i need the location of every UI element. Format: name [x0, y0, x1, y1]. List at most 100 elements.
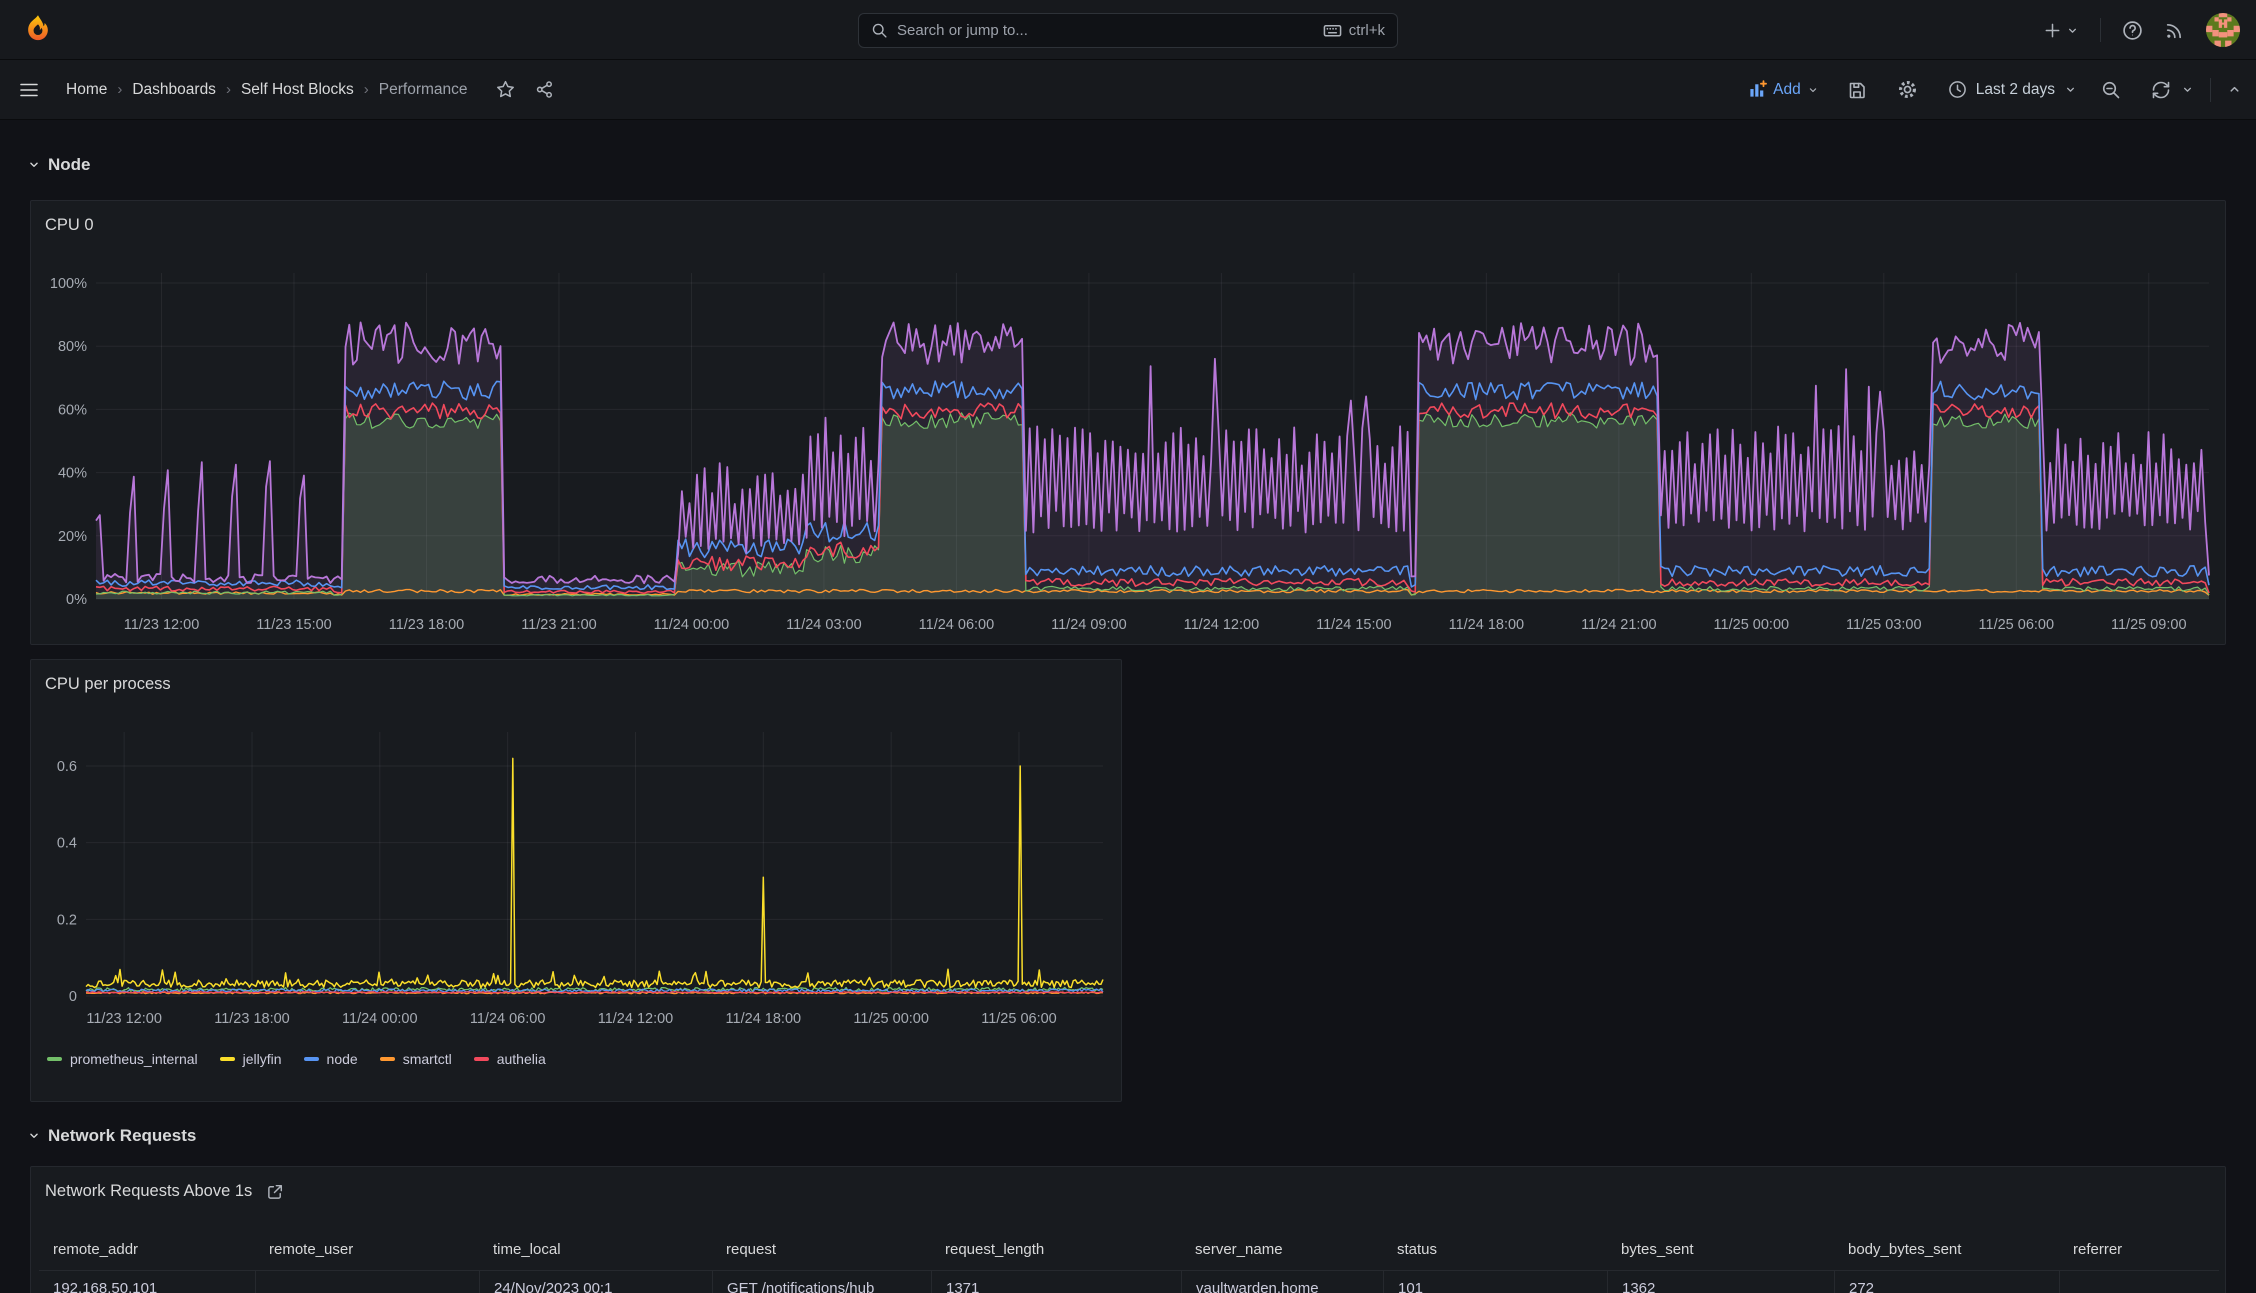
legend-label: jellyfin: [242, 1051, 282, 1067]
row-title-node: Node: [48, 155, 91, 174]
collapse-toolbar-button[interactable]: [2227, 82, 2242, 97]
row-toggle-network-requests[interactable]: Network Requests: [27, 1126, 196, 1146]
table-header-status[interactable]: status: [1383, 1229, 1607, 1270]
table-header-body_bytes_sent[interactable]: body_bytes_sent: [1834, 1229, 2059, 1270]
breadcrumb-separator: ›: [117, 81, 123, 98]
panel-network-requests-title[interactable]: Network Requests Above 1s: [45, 1182, 284, 1201]
new-menu-button[interactable]: [2043, 21, 2079, 40]
cpu-per-process-timeseries-chart[interactable]: 0 0.2 0.4 0.6 11/23 12:00 11/23 18:00 11/24 00…: [41, 722, 1113, 1042]
refresh-button[interactable]: [2151, 80, 2171, 100]
panel-cpu0-title[interactable]: CPU 0: [45, 216, 94, 235]
add-panel-icon: [1750, 80, 1768, 97]
table-header-request_length[interactable]: request_length: [931, 1229, 1181, 1270]
legend-item-prometheus_internal[interactable]: prometheus_internal: [47, 1051, 198, 1067]
legend-item-authelia[interactable]: authelia: [473, 1051, 546, 1067]
svg-text:11/25 06:00: 11/25 06:00: [1979, 617, 2055, 633]
external-link-icon[interactable]: [266, 1183, 284, 1201]
grafana-flame-icon: [28, 15, 48, 41]
time-range-picker[interactable]: Last 2 days: [1948, 80, 2077, 99]
chevron-down-icon: [30, 1133, 38, 1139]
chevron-down-icon: [30, 162, 38, 168]
chevron-up-icon: [2230, 86, 2239, 92]
legend-item-smartctl[interactable]: smartctl: [379, 1051, 452, 1067]
svg-text:11/24 18:00: 11/24 18:00: [726, 1011, 802, 1027]
table-header-time_local[interactable]: time_local: [479, 1229, 712, 1270]
hamburger-icon: [20, 83, 38, 96]
svg-text:60%: 60%: [58, 402, 87, 418]
svg-text:0: 0: [69, 989, 77, 1005]
table-header-remote_addr[interactable]: remote_addr: [39, 1229, 255, 1270]
svg-text:11/23 18:00: 11/23 18:00: [389, 617, 465, 633]
table-row[interactable]: 192.168.50.101 24/Nov/2023 00:1 GET /notif…: [39, 1271, 2219, 1293]
zoom-out-time-button[interactable]: [2101, 80, 2121, 100]
zoom-out-icon: [2102, 81, 2120, 98]
legend-item-jellyfin[interactable]: jellyfin: [219, 1051, 282, 1067]
user-avatar[interactable]: [2206, 13, 2240, 47]
svg-text:11/24 12:00: 11/24 12:00: [1184, 617, 1260, 633]
table-header-bytes_sent[interactable]: bytes_sent: [1607, 1229, 1834, 1270]
keyboard-icon: [1323, 24, 1342, 37]
svg-text:0%: 0%: [66, 592, 87, 608]
legend-color-pill: [47, 1057, 62, 1061]
help-button[interactable]: [2122, 20, 2143, 41]
grafana-logo[interactable]: [22, 14, 54, 46]
table-cell-remote_addr: 192.168.50.101: [53, 1280, 158, 1293]
svg-text:0.6: 0.6: [57, 759, 77, 775]
table-header-row: remote_addr remote_user time_local request r…: [39, 1229, 2219, 1271]
dashboard-settings-button[interactable]: [1897, 79, 1918, 100]
panel-cpu-per-process-title[interactable]: CPU per process: [45, 675, 171, 694]
gear-icon: [1898, 80, 1916, 99]
legend-label: authelia: [496, 1051, 546, 1067]
panel-cpu-per-process: CPU per process 0 0.2 0.4 0.6 11/23 12:00 11/…: [30, 659, 1122, 1102]
refresh-controls: [2151, 80, 2194, 100]
table-cell-request: GET /notifications/hub: [712, 1271, 931, 1293]
breadcrumb-current-dashboard: Performance: [378, 80, 468, 98]
breadcrumb-separator: ›: [363, 81, 369, 98]
top-navigation-bar: Search or jump to... ctrl+k: [0, 0, 2256, 60]
search-shortcut: ctrl+k: [1323, 21, 1385, 40]
add-panel-button[interactable]: Add: [1748, 80, 1819, 99]
svg-text:11/24 15:00: 11/24 15:00: [1316, 617, 1392, 633]
svg-text:11/24 06:00: 11/24 06:00: [470, 1011, 546, 1027]
svg-text:40%: 40%: [58, 466, 87, 482]
table-header-referrer[interactable]: referrer: [2059, 1229, 2219, 1270]
share-icon: [536, 81, 552, 98]
legend-color-pill: [303, 1057, 319, 1061]
share-dashboard-button[interactable]: [535, 80, 554, 99]
panel-cpu-per-process-title-text: CPU per process: [45, 675, 171, 693]
breadcrumb-dashboards[interactable]: Dashboards: [132, 81, 216, 99]
svg-text:11/24 00:00: 11/24 00:00: [654, 617, 730, 633]
news-button[interactable]: [2164, 20, 2185, 41]
svg-text:11/25 03:00: 11/25 03:00: [1846, 617, 1922, 633]
save-dashboard-button[interactable]: [1847, 80, 1867, 100]
svg-text:11/24 03:00: 11/24 03:00: [786, 617, 862, 633]
svg-text:20%: 20%: [58, 529, 87, 545]
row-toggle-node[interactable]: Node: [27, 155, 91, 175]
table-header-request[interactable]: request: [712, 1229, 931, 1270]
svg-text:11/25 00:00: 11/25 00:00: [1714, 617, 1790, 633]
refresh-interval-dropdown[interactable]: [2181, 83, 2194, 96]
topbar-actions: [2043, 0, 2240, 60]
search-input[interactable]: Search or jump to... ctrl+k: [858, 13, 1398, 48]
panel-network-requests-table: Network Requests Above 1s remote_addr rem…: [30, 1166, 2226, 1293]
svg-text:11/23 21:00: 11/23 21:00: [521, 617, 597, 633]
table-cell-request_length: 1371: [931, 1271, 1181, 1293]
mega-menu-button[interactable]: [18, 79, 40, 101]
topbar-divider: [2100, 18, 2101, 42]
svg-text:11/25 00:00: 11/25 00:00: [853, 1011, 929, 1027]
breadcrumb-folder[interactable]: Self Host Blocks: [241, 81, 354, 99]
svg-text:11/25 06:00: 11/25 06:00: [981, 1011, 1057, 1027]
favorite-dashboard-button[interactable]: [496, 80, 515, 99]
breadcrumb-home[interactable]: Home: [66, 81, 107, 99]
legend-item-node[interactable]: node: [303, 1051, 358, 1067]
table-header-remote_user[interactable]: remote_user: [255, 1229, 479, 1270]
svg-text:11/24 06:00: 11/24 06:00: [919, 617, 995, 633]
pixel-avatar-image: [2206, 13, 2240, 47]
svg-text:0.4: 0.4: [57, 836, 77, 852]
table-header-server_name[interactable]: server_name: [1181, 1229, 1383, 1270]
panel-cpu0: CPU 0 0% 20% 40% 60% 80% 100% 11/23 12:00 11/23…: [30, 200, 2226, 645]
table-cell-body_bytes_sent: 272: [1834, 1271, 2059, 1293]
svg-text:11/24 12:00: 11/24 12:00: [598, 1011, 674, 1027]
plus-icon: [2045, 23, 2060, 37]
cpu0-timeseries-chart[interactable]: 0% 20% 40% 60% 80% 100% 11/23 12:00 11/23 15:00…: [41, 263, 2217, 641]
